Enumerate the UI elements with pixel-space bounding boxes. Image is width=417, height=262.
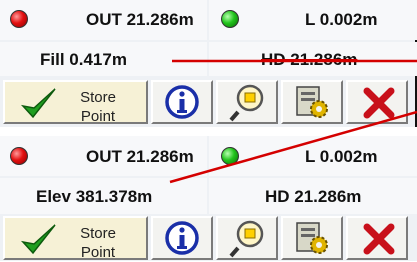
store-label-line1: Store: [80, 225, 116, 242]
l-value: L 0.002m: [305, 147, 378, 166]
settings-icon: [296, 222, 328, 254]
out-value: OUT 21.286m: [86, 10, 194, 29]
green-status-icon: [221, 10, 239, 28]
fill-value: Fill 0.417m: [40, 50, 127, 69]
cancel-button[interactable]: [346, 216, 408, 260]
bottom-panel: OUT 21.286m L 0.002m Elev 381.378m HD 21…: [0, 136, 417, 261]
settings-button[interactable]: [281, 80, 343, 124]
info-button[interactable]: [151, 216, 213, 260]
info-button[interactable]: [151, 80, 213, 124]
info-icon: [165, 85, 199, 119]
hd-value: HD 21.286m: [261, 50, 358, 69]
hd-value: HD 21.286m: [265, 187, 362, 206]
search-button[interactable]: [216, 216, 278, 260]
l-cell: L 0.002m: [209, 0, 417, 40]
top-panel: OUT 21.286m L 0.002m Fill 0.417m HD 21.2…: [0, 0, 417, 127]
checkmark-icon: [20, 224, 56, 255]
search-icon: [229, 84, 264, 122]
fill-cell: Fill 0.417m: [0, 42, 207, 76]
settings-button[interactable]: [281, 216, 343, 260]
cancel-icon: [363, 87, 395, 119]
cancel-button[interactable]: [346, 80, 408, 124]
out-value: OUT 21.286m: [86, 147, 194, 166]
hd-cell: HD 21.286m: [209, 178, 417, 214]
settings-icon: [296, 86, 328, 118]
store-point-button[interactable]: Store Point: [3, 80, 148, 126]
store-point-label: Store Point: [67, 88, 129, 126]
elev-value: Elev 381.378m: [36, 187, 153, 206]
red-status-icon: [10, 147, 28, 165]
cancel-icon: [363, 223, 395, 255]
l-value: L 0.002m: [305, 10, 378, 29]
search-button[interactable]: [216, 80, 278, 124]
store-point-label: Store Point: [67, 224, 129, 262]
store-label-line2: Point: [80, 108, 116, 125]
hd-cell: HD 21.286m: [209, 42, 417, 76]
l-cell: L 0.002m: [209, 136, 417, 176]
checkmark-icon: [20, 88, 56, 119]
out-cell: OUT 21.286m: [0, 0, 207, 40]
info-icon: [165, 221, 199, 255]
green-status-icon: [221, 147, 239, 165]
store-point-button[interactable]: Store Point: [3, 216, 148, 262]
out-cell: OUT 21.286m: [0, 136, 207, 176]
store-label-line2: Point: [80, 244, 116, 261]
search-icon: [229, 220, 264, 258]
red-status-icon: [10, 10, 28, 28]
store-label-line1: Store: [80, 89, 116, 106]
elev-cell: Elev 381.378m: [0, 178, 207, 214]
